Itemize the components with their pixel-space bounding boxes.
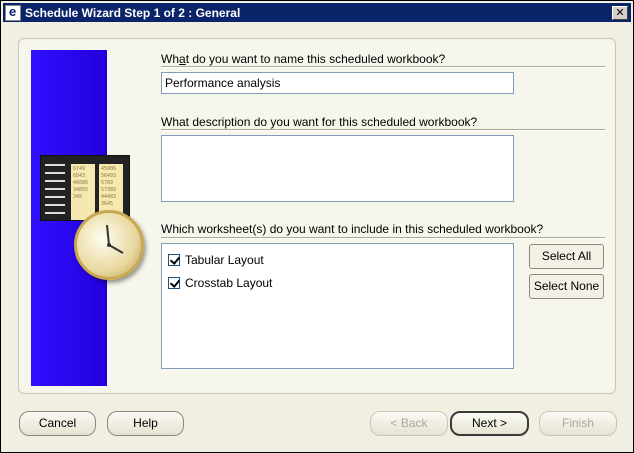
divider <box>161 129 605 131</box>
title-bar: Schedule Wizard Step 1 of 2 : General ✕ <box>3 3 631 22</box>
finish-button[interactable]: Finish <box>539 411 617 436</box>
app-icon <box>5 4 21 21</box>
select-none-button[interactable]: Select None <box>529 274 604 299</box>
help-button[interactable]: Help <box>107 411 184 436</box>
wizard-window: Schedule Wizard Step 1 of 2 : General ✕ … <box>0 0 634 453</box>
window-title: Schedule Wizard Step 1 of 2 : General <box>25 5 241 20</box>
clock-icon <box>74 210 144 280</box>
description-question-label: What description do you want for this sc… <box>161 115 478 129</box>
back-button[interactable]: < Back <box>370 411 448 436</box>
checkbox-tabular[interactable] <box>168 253 180 266</box>
select-all-button[interactable]: Select All <box>529 244 604 269</box>
list-item[interactable]: Crosstab Layout <box>168 271 507 294</box>
worksheet-label: Tabular Layout <box>185 252 264 267</box>
workbook-name-field[interactable]: Performance analysis <box>161 72 514 94</box>
worksheet-label: Crosstab Layout <box>185 275 273 290</box>
sheet-column-1: 6749 6843 46686 34855 345 <box>71 164 95 220</box>
name-question-label: What do you want to name this scheduled … <box>161 52 446 66</box>
workbook-description-field[interactable] <box>161 135 514 202</box>
checkbox-crosstab[interactable] <box>168 276 180 289</box>
list-item[interactable]: Tabular Layout <box>168 248 507 271</box>
next-button[interactable]: Next > <box>450 411 529 436</box>
divider <box>161 66 605 68</box>
worksheet-list: Tabular Layout Crosstab Layout <box>161 243 514 369</box>
divider <box>161 237 605 239</box>
worksheets-question-label: Which worksheet(s) do you want to includ… <box>161 222 544 236</box>
cancel-button[interactable]: Cancel <box>19 411 96 436</box>
close-icon[interactable]: ✕ <box>612 5 628 20</box>
